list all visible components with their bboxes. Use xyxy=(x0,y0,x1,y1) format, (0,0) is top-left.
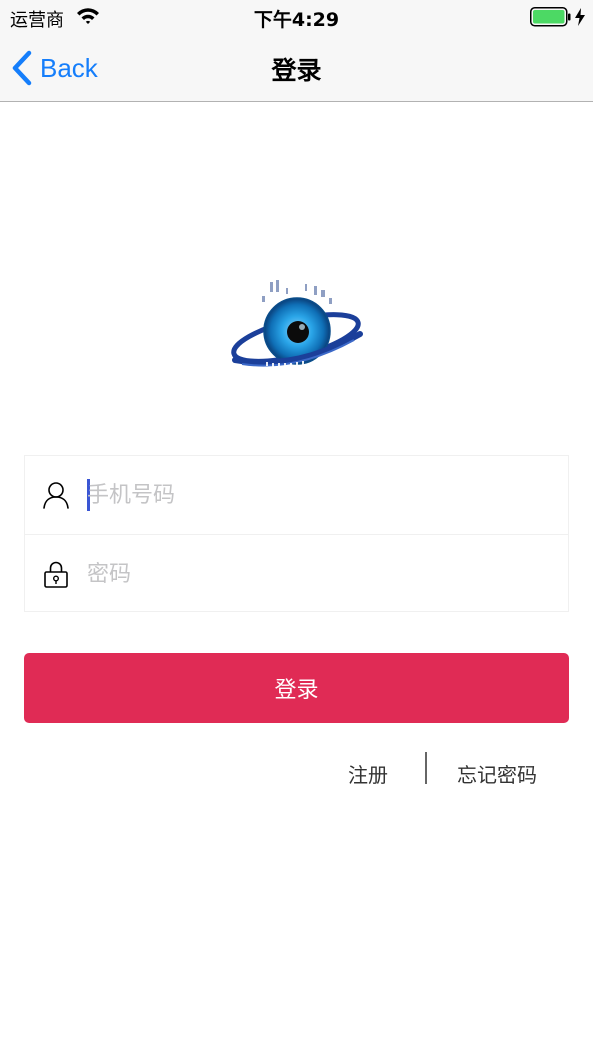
battery-icon xyxy=(530,7,571,27)
navigation-bar: Back 登录 xyxy=(0,34,593,102)
eye-globe-logo xyxy=(231,280,363,367)
status-time: 下午4:29 xyxy=(253,9,340,31)
phone-row xyxy=(25,456,568,534)
user-icon xyxy=(43,482,69,509)
phone-input[interactable] xyxy=(87,473,547,517)
charging-bolt-icon xyxy=(575,8,585,26)
links-divider xyxy=(425,752,427,784)
forgot-password-link[interactable]: 忘记密码 xyxy=(457,759,537,788)
password-input[interactable] xyxy=(87,552,547,596)
register-link[interactable]: 注册 xyxy=(348,759,388,788)
page-title: 登录 xyxy=(271,56,322,85)
password-row xyxy=(25,534,568,612)
status-bar: 运营商 下午4:29 xyxy=(0,0,593,34)
lock-icon xyxy=(44,561,68,588)
login-button[interactable]: 登录 xyxy=(24,653,569,723)
login-form xyxy=(24,455,569,612)
